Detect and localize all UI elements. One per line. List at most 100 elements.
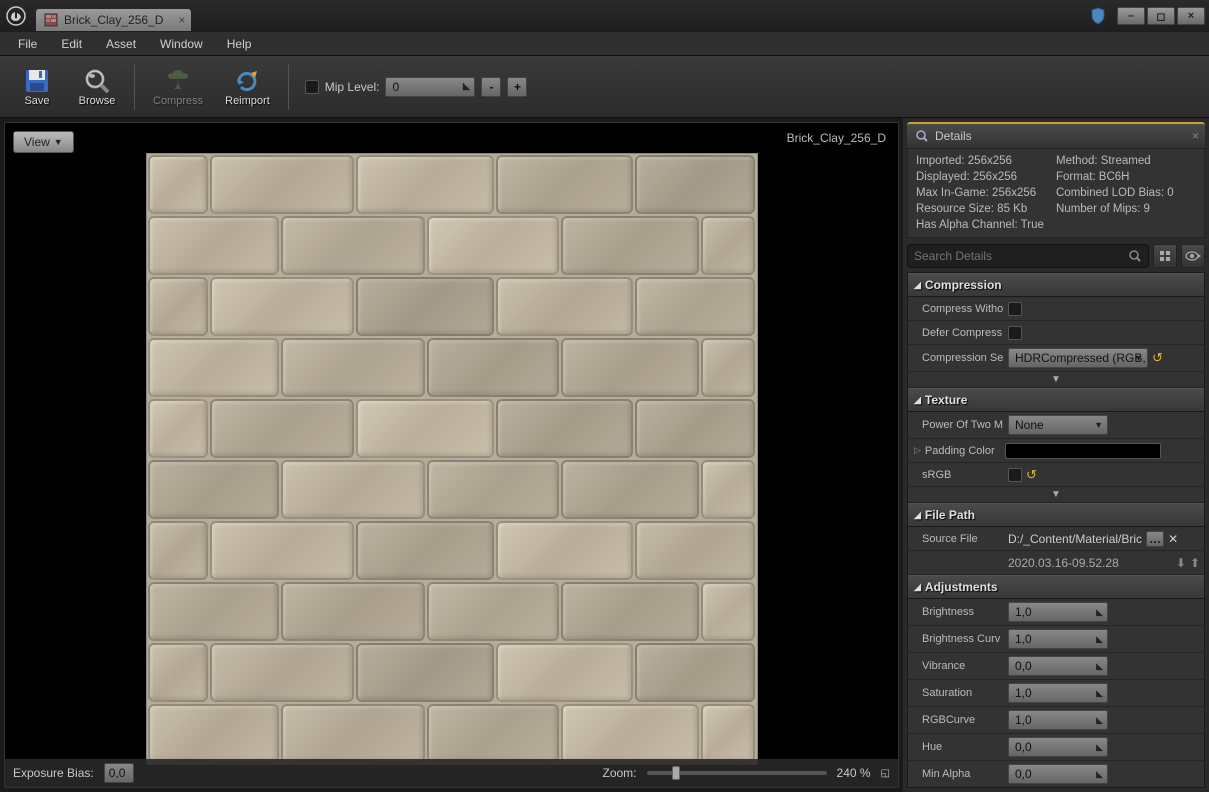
row-defer-compress: Defer Compress — [908, 321, 1204, 345]
texture-viewport[interactable]: View ▼ Brick_Clay_256_D Exposure Bias: 0… — [4, 122, 899, 788]
adjustment-label: Vibrance — [922, 660, 1008, 672]
unreal-logo-icon — [4, 4, 28, 28]
compress-icon — [164, 67, 192, 95]
adjustment-label: Saturation — [922, 687, 1008, 699]
menu-file[interactable]: File — [8, 34, 47, 54]
spinner-icon: ◣ — [1096, 607, 1103, 618]
texture-tab-icon — [44, 13, 58, 27]
spinner-icon: ◣ — [463, 81, 471, 92]
info-alpha: Has Alpha Channel: True — [916, 219, 1196, 231]
menu-edit[interactable]: Edit — [51, 34, 92, 54]
browse-icon — [83, 67, 111, 95]
adjustment-input[interactable]: 0,0◣ — [1008, 764, 1108, 784]
spinner-icon: ◣ — [1096, 769, 1103, 780]
browse-file-button[interactable]: … — [1146, 531, 1164, 547]
adjustment-input[interactable]: 0,0◣ — [1008, 737, 1108, 757]
adjustment-input[interactable]: 1,0◣ — [1008, 602, 1108, 622]
zoom-slider-thumb[interactable] — [672, 766, 680, 780]
search-row — [907, 244, 1205, 268]
row-adjustment: Hue0,0◣ — [908, 734, 1204, 761]
maximize-button[interactable]: ◻ — [1147, 7, 1175, 25]
info-format: Format: BC6H — [1056, 171, 1196, 183]
close-panel-icon[interactable]: × — [1192, 129, 1199, 143]
chevron-down-icon: ▼ — [54, 137, 63, 147]
minimize-button[interactable]: – — [1117, 7, 1145, 25]
chevron-down-icon: ▼ — [1094, 420, 1103, 430]
reset-icon[interactable]: ↺ — [1026, 467, 1037, 483]
row-adjustment: Brightness Curv1,0◣ — [908, 626, 1204, 653]
view-dropdown-button[interactable]: View ▼ — [13, 131, 74, 153]
mip-minus-button[interactable]: - — [481, 77, 501, 97]
info-lodbias: Combined LOD Bias: 0 — [1056, 187, 1196, 199]
document-tab[interactable]: Brick_Clay_256_D × — [36, 9, 191, 31]
info-displayed: Displayed: 256x256 — [916, 171, 1056, 183]
expand-compression[interactable]: ▼ — [908, 372, 1204, 388]
compression-settings-combo[interactable]: HDRCompressed (RGB, BC ▼ — [1008, 348, 1148, 368]
close-button[interactable]: × — [1177, 7, 1205, 25]
reimport-button[interactable]: Reimport — [215, 63, 280, 111]
defer-compress-checkbox[interactable] — [1008, 326, 1022, 340]
clear-icon[interactable]: ✕ — [1168, 532, 1178, 546]
srgb-checkbox[interactable] — [1008, 468, 1022, 482]
row-adjustment: Vibrance0,0◣ — [908, 653, 1204, 680]
adjustment-input[interactable]: 0,0◣ — [1008, 656, 1108, 676]
close-tab-icon[interactable]: × — [178, 13, 185, 27]
menu-window[interactable]: Window — [150, 34, 213, 54]
texture-preview — [146, 153, 758, 765]
viewport-texture-name: Brick_Clay_256_D — [787, 131, 886, 145]
search-details-input[interactable] — [907, 244, 1149, 268]
texture-info-grid: Imported: 256x256 Method: Streamed Displ… — [907, 148, 1205, 238]
arrow-up-icon[interactable]: ⬆ — [1190, 556, 1200, 570]
adjustment-label: Min Alpha — [922, 768, 1008, 780]
arrow-down-icon[interactable]: ⬇ — [1176, 556, 1186, 570]
properties-list[interactable]: ◢Compression Compress Witho Defer Compre… — [907, 272, 1205, 788]
mip-level-checkbox[interactable] — [305, 80, 319, 94]
details-panel: Details × Imported: 256x256 Method: Stre… — [903, 118, 1209, 792]
zoom-fit-icon[interactable]: ◱ — [881, 768, 890, 779]
exposure-bias-label: Exposure Bias: — [13, 766, 94, 780]
power-of-two-combo[interactable]: None ▼ — [1008, 415, 1108, 435]
source-control-icon[interactable] — [1089, 7, 1107, 25]
section-filepath[interactable]: ◢File Path — [908, 503, 1204, 527]
adjustment-input[interactable]: 1,0◣ — [1008, 710, 1108, 730]
view-options-button[interactable] — [1181, 244, 1205, 268]
section-compression[interactable]: ◢Compression — [908, 273, 1204, 297]
spinner-icon: ◣ — [1096, 634, 1103, 645]
menu-help[interactable]: Help — [217, 34, 262, 54]
reset-icon[interactable]: ↺ — [1152, 350, 1163, 366]
zoom-value: 240 % — [837, 766, 871, 780]
row-source-date: 2020.03.16-09.52.28 ⬇ ⬆ — [908, 551, 1204, 575]
padding-color-swatch[interactable] — [1005, 443, 1161, 459]
viewport-status-bar: Exposure Bias: 0,0 Zoom: 240 % ◱ — [5, 759, 898, 787]
adjustment-input[interactable]: 1,0◣ — [1008, 629, 1108, 649]
row-compression-settings: Compression Se HDRCompressed (RGB, BC ▼ … — [908, 345, 1204, 372]
details-title: Details — [935, 129, 972, 143]
adjustment-label: Brightness — [922, 606, 1008, 618]
details-tab[interactable]: Details × — [907, 122, 1205, 148]
tab-title: Brick_Clay_256_D — [64, 13, 163, 27]
row-compress-without: Compress Witho — [908, 297, 1204, 321]
mip-plus-button[interactable]: + — [507, 77, 527, 97]
mip-level-input[interactable]: 0 ◣ — [385, 77, 475, 97]
info-maxingame: Max In-Game: 256x256 — [916, 187, 1056, 199]
section-adjustments[interactable]: ◢Adjustments — [908, 575, 1204, 599]
row-srgb: sRGB ↺ — [908, 463, 1204, 487]
adjustment-label: RGBCurve — [922, 714, 1008, 726]
save-icon — [23, 67, 51, 95]
section-texture[interactable]: ◢Texture — [908, 388, 1204, 412]
exposure-bias-input[interactable]: 0,0 — [104, 763, 134, 783]
zoom-slider[interactable] — [647, 771, 827, 775]
expand-texture[interactable]: ▼ — [908, 487, 1204, 503]
info-imported: Imported: 256x256 — [916, 155, 1056, 167]
browse-button[interactable]: Browse — [68, 63, 126, 111]
save-button[interactable]: Save — [8, 63, 66, 111]
adjustment-label: Hue — [922, 741, 1008, 753]
source-file-date: 2020.03.16-09.52.28 — [1008, 556, 1119, 570]
menu-asset[interactable]: Asset — [96, 34, 146, 54]
expand-icon[interactable]: ▷ — [914, 445, 921, 456]
compress-without-checkbox[interactable] — [1008, 302, 1022, 316]
property-matrix-button[interactable] — [1153, 244, 1177, 268]
adjustment-input[interactable]: 1,0◣ — [1008, 683, 1108, 703]
reimport-icon — [233, 67, 261, 95]
compress-button: Compress — [143, 63, 213, 111]
